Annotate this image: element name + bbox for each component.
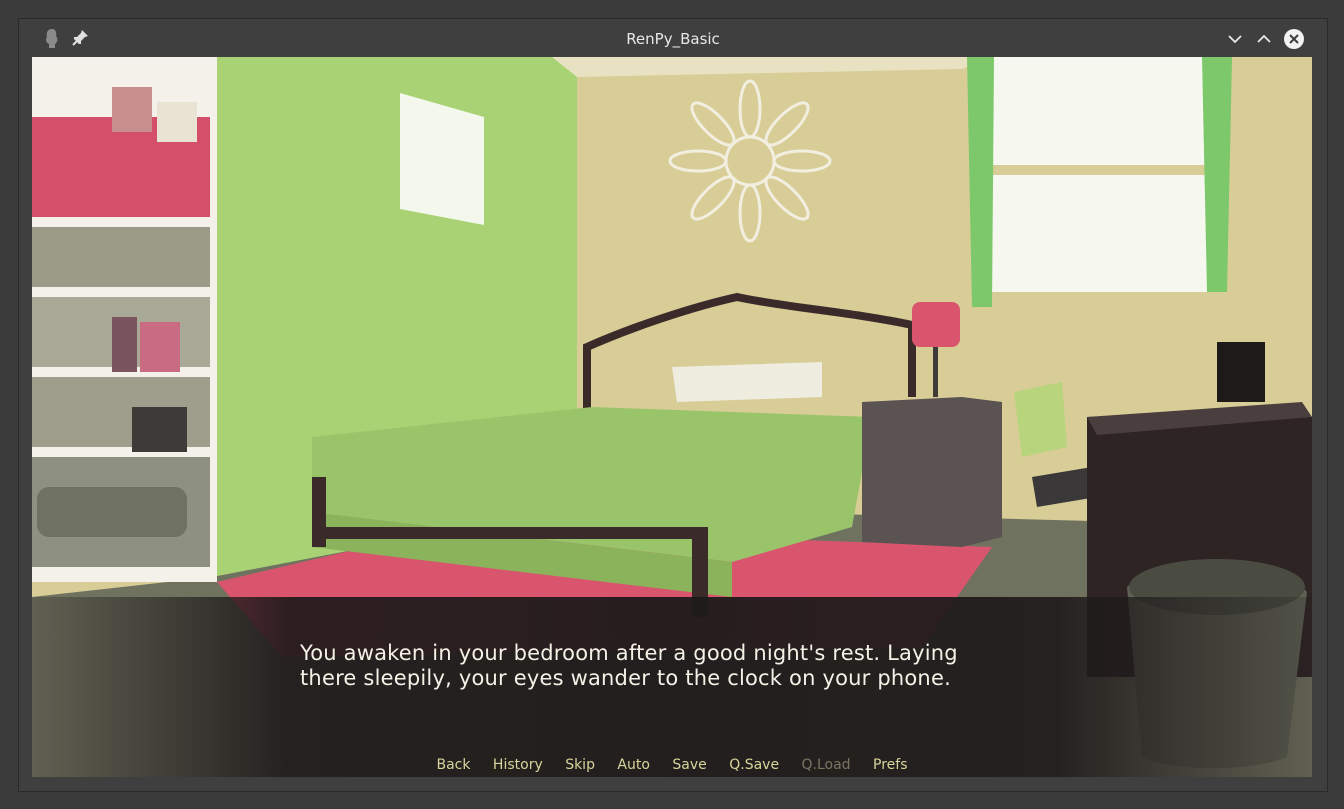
quick-menu-qload: Q.Load: [801, 757, 851, 773]
dialogue-line-2: there sleepily, your eyes wander to the …: [300, 666, 951, 690]
quick-menu-history[interactable]: History: [493, 757, 543, 773]
game-viewport[interactable]: You awaken in your bedroom after a good …: [32, 57, 1312, 777]
quick-menu-qsave[interactable]: Q.Save: [729, 757, 779, 773]
quick-menu: Back History Skip Auto Save Q.Save Q.Loa…: [32, 757, 1312, 777]
quick-menu-prefs[interactable]: Prefs: [873, 757, 907, 773]
minimize-icon[interactable]: [1224, 28, 1246, 50]
quick-menu-auto[interactable]: Auto: [617, 757, 650, 773]
quick-menu-back[interactable]: Back: [436, 757, 470, 773]
quick-menu-skip[interactable]: Skip: [565, 757, 595, 773]
close-icon[interactable]: [1283, 28, 1305, 50]
quick-menu-save[interactable]: Save: [672, 757, 706, 773]
dialogue-text: You awaken in your bedroom after a good …: [300, 641, 1020, 691]
window-title: RenPy_Basic: [626, 30, 720, 48]
title-bar[interactable]: RenPy_Basic: [19, 19, 1327, 57]
dialogue-line-1: You awaken in your bedroom after a good …: [300, 641, 958, 665]
app-window: RenPy_Basic You awaken in your bedroom a…: [18, 18, 1328, 792]
maximize-icon[interactable]: [1253, 28, 1275, 50]
dialogue-window[interactable]: You awaken in your bedroom after a good …: [32, 597, 1312, 777]
